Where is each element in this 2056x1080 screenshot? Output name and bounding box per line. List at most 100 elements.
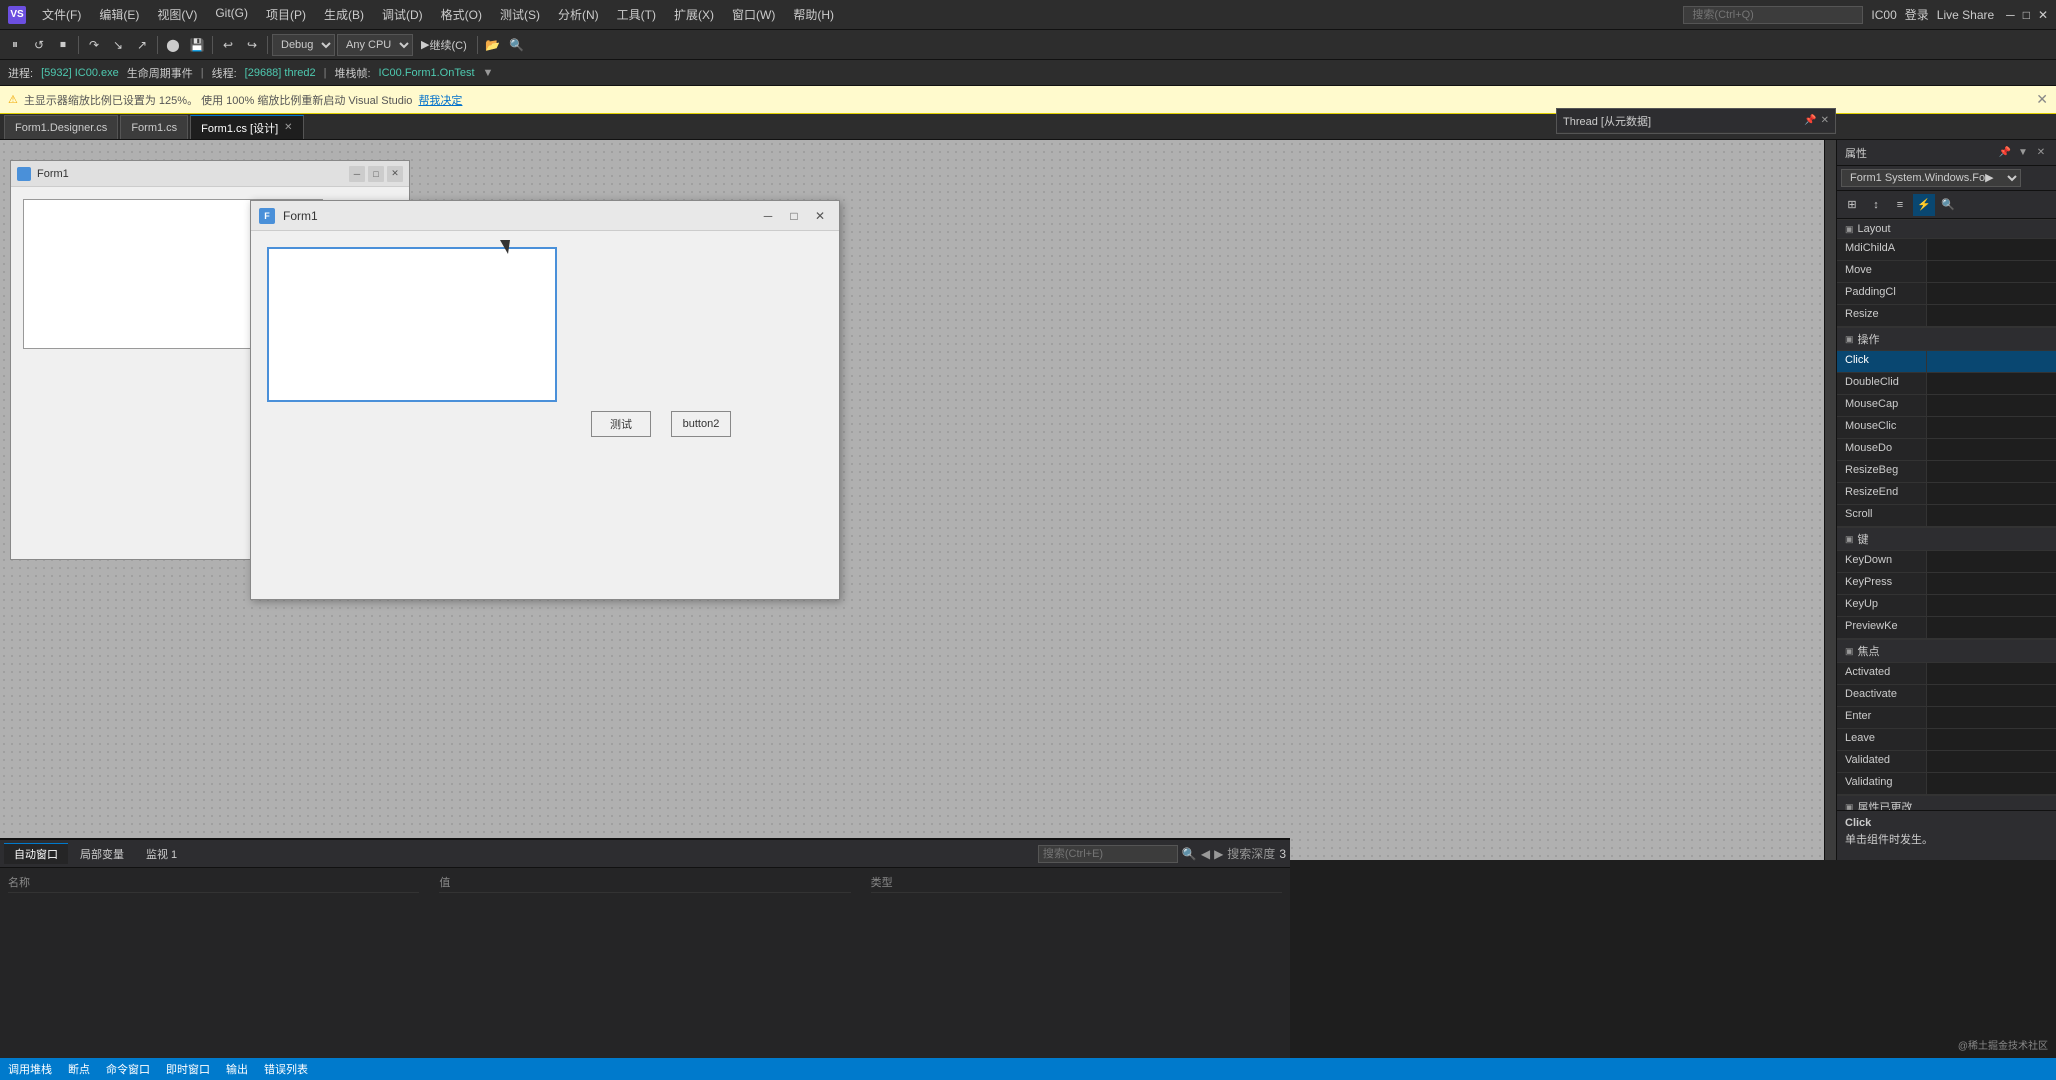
pin-button[interactable]: 📌: [1998, 146, 2012, 160]
search-input[interactable]: [1683, 6, 1863, 24]
prop-validating[interactable]: Validating: [1837, 773, 2056, 795]
login-button[interactable]: 登录: [1905, 6, 1929, 23]
pause-button[interactable]: ⏸: [4, 34, 26, 56]
runtime-textbox[interactable]: [267, 247, 557, 402]
section-operations[interactable]: ▣ 操作: [1837, 327, 2056, 351]
redo-button[interactable]: ↪: [241, 34, 263, 56]
tab-form1-designer-active[interactable]: Form1.cs [设计] ✕: [190, 115, 303, 139]
bottom-search-input[interactable]: [1038, 845, 1178, 863]
callstack-dropdown[interactable]: ▼: [483, 67, 494, 79]
menu-build[interactable]: 生成(B): [316, 4, 372, 25]
cpu-dropdown[interactable]: Any CPU: [337, 34, 413, 56]
statusbar-output[interactable]: 输出: [226, 1061, 248, 1077]
find-button[interactable]: 🔍: [506, 34, 528, 56]
runtime-maximize-button[interactable]: □: [783, 206, 805, 226]
tab-watch-1[interactable]: 监视 1: [136, 844, 187, 864]
bottom-nav-next[interactable]: ▶: [1214, 847, 1223, 861]
bg-minimize-button[interactable]: ─: [349, 166, 365, 182]
step-into-button[interactable]: ↘: [107, 34, 129, 56]
add-breakpoint-button[interactable]: ⬤: [162, 34, 184, 56]
panel-close-button[interactable]: ✕: [2034, 146, 2048, 160]
live-share-button[interactable]: Live Share: [1937, 8, 1994, 22]
prop-mousedo[interactable]: MouseDo: [1837, 439, 2056, 461]
help-link[interactable]: 帮我决定: [418, 92, 462, 108]
prop-alphabetical-button[interactable]: ↕: [1865, 194, 1887, 216]
section-focus[interactable]: ▣ 焦点: [1837, 639, 2056, 663]
tab-local-vars[interactable]: 局部变量: [70, 844, 134, 864]
tab-form1-cs[interactable]: Form1.cs: [120, 115, 188, 139]
runtime-button2[interactable]: button2: [671, 411, 731, 437]
menu-format[interactable]: 格式(O): [433, 4, 490, 25]
statusbar-error-list[interactable]: 错误列表: [264, 1061, 308, 1077]
bottom-search-button[interactable]: 🔍: [1182, 847, 1197, 861]
runtime-close-button[interactable]: ✕: [809, 206, 831, 226]
section-layout[interactable]: ▣ Layout: [1837, 219, 2056, 239]
menu-bar[interactable]: 文件(F) 编辑(E) 视图(V) Git(G) 项目(P) 生成(B) 调试(…: [34, 4, 842, 25]
prop-resizeend[interactable]: ResizeEnd: [1837, 483, 2056, 505]
prop-mouseclic[interactable]: MouseClic: [1837, 417, 2056, 439]
menu-extensions[interactable]: 扩展(X): [666, 4, 722, 25]
continue-button[interactable]: ▶ 继续(C): [415, 34, 473, 56]
prop-events-button[interactable]: ⚡: [1913, 194, 1935, 216]
stop-button[interactable]: ⏹: [52, 34, 74, 56]
prop-enter[interactable]: Enter: [1837, 707, 2056, 729]
menu-project[interactable]: 项目(P): [258, 4, 314, 25]
prop-validated[interactable]: Validated: [1837, 751, 2056, 773]
designer-area[interactable]: Form1 ─ □ ✕ F Form1: [0, 140, 1824, 860]
warning-close-button[interactable]: ✕: [2036, 91, 2048, 108]
tab-auto-window[interactable]: 自动窗口: [4, 843, 68, 864]
menu-analyze[interactable]: 分析(N): [550, 4, 607, 25]
properties-form-select[interactable]: Form1 System.Windows.Fo▶: [1841, 169, 2021, 187]
bottom-nav-prev[interactable]: ◀: [1201, 847, 1210, 861]
menu-help[interactable]: 帮助(H): [785, 4, 842, 25]
section-property-changed[interactable]: ▣ 属性已更改: [1837, 795, 2056, 810]
prop-mdichilda[interactable]: MdiChildA: [1837, 239, 2056, 261]
main-scrollbar[interactable]: [1824, 140, 1836, 860]
close-button[interactable]: ✕: [2038, 8, 2048, 22]
menu-tools[interactable]: 工具(T): [609, 4, 664, 25]
menu-debug[interactable]: 调试(D): [374, 4, 431, 25]
prop-resize[interactable]: Resize: [1837, 305, 2056, 327]
menu-edit[interactable]: 编辑(E): [91, 4, 147, 25]
prop-activated[interactable]: Activated: [1837, 663, 2056, 685]
prop-paddingcl[interactable]: PaddingCl: [1837, 283, 2056, 305]
bg-close-button[interactable]: ✕: [387, 166, 403, 182]
step-out-button[interactable]: ↗: [131, 34, 153, 56]
runtime-minimize-button[interactable]: ─: [757, 206, 779, 226]
tab-close-button[interactable]: ✕: [284, 122, 292, 133]
prop-leave[interactable]: Leave: [1837, 729, 2056, 751]
panel-menu-button[interactable]: ▼: [2016, 146, 2030, 160]
prop-keyup[interactable]: KeyUp: [1837, 595, 2056, 617]
menu-test[interactable]: 测试(S): [492, 4, 548, 25]
prop-keydown[interactable]: KeyDown: [1837, 551, 2056, 573]
prop-properties-button[interactable]: ≡: [1889, 194, 1911, 216]
undo-button[interactable]: ↩: [217, 34, 239, 56]
prop-doubleclick[interactable]: DoubleClid: [1837, 373, 2056, 395]
prop-scroll[interactable]: Scroll: [1837, 505, 2056, 527]
menu-view[interactable]: 视图(V): [149, 4, 205, 25]
open-file-button[interactable]: 📂: [482, 34, 504, 56]
step-over-button[interactable]: ↷: [83, 34, 105, 56]
menu-file[interactable]: 文件(F): [34, 4, 89, 25]
debug-config-dropdown[interactable]: Debug: [272, 34, 335, 56]
prop-resizebeg[interactable]: ResizeBeg: [1837, 461, 2056, 483]
menu-git[interactable]: Git(G): [207, 4, 256, 25]
statusbar-breakpoints[interactable]: 断点: [68, 1061, 90, 1077]
section-keys[interactable]: ▣ 键: [1837, 527, 2056, 551]
prop-move[interactable]: Move: [1837, 261, 2056, 283]
statusbar-command-window[interactable]: 命令窗口: [106, 1061, 150, 1077]
tab-form1-designer[interactable]: Form1.Designer.cs: [4, 115, 118, 139]
menu-window[interactable]: 窗口(W): [724, 4, 783, 25]
prop-mousecap[interactable]: MouseCap: [1837, 395, 2056, 417]
prop-click[interactable]: Click: [1837, 351, 2056, 373]
prop-deactivate[interactable]: Deactivate: [1837, 685, 2056, 707]
minimize-button[interactable]: ─: [2006, 8, 2015, 22]
runtime-button1[interactable]: 测试: [591, 411, 651, 437]
prop-keypress[interactable]: KeyPress: [1837, 573, 2056, 595]
thread-panel-close-button[interactable]: ✕: [1821, 115, 1829, 126]
statusbar-immediate-window[interactable]: 即时窗口: [166, 1061, 210, 1077]
statusbar-callstack[interactable]: 调用堆栈: [8, 1061, 52, 1077]
bg-maximize-button[interactable]: □: [368, 166, 384, 182]
thread-pin-button[interactable]: 📌: [1804, 115, 1816, 126]
save-button[interactable]: 💾: [186, 34, 208, 56]
